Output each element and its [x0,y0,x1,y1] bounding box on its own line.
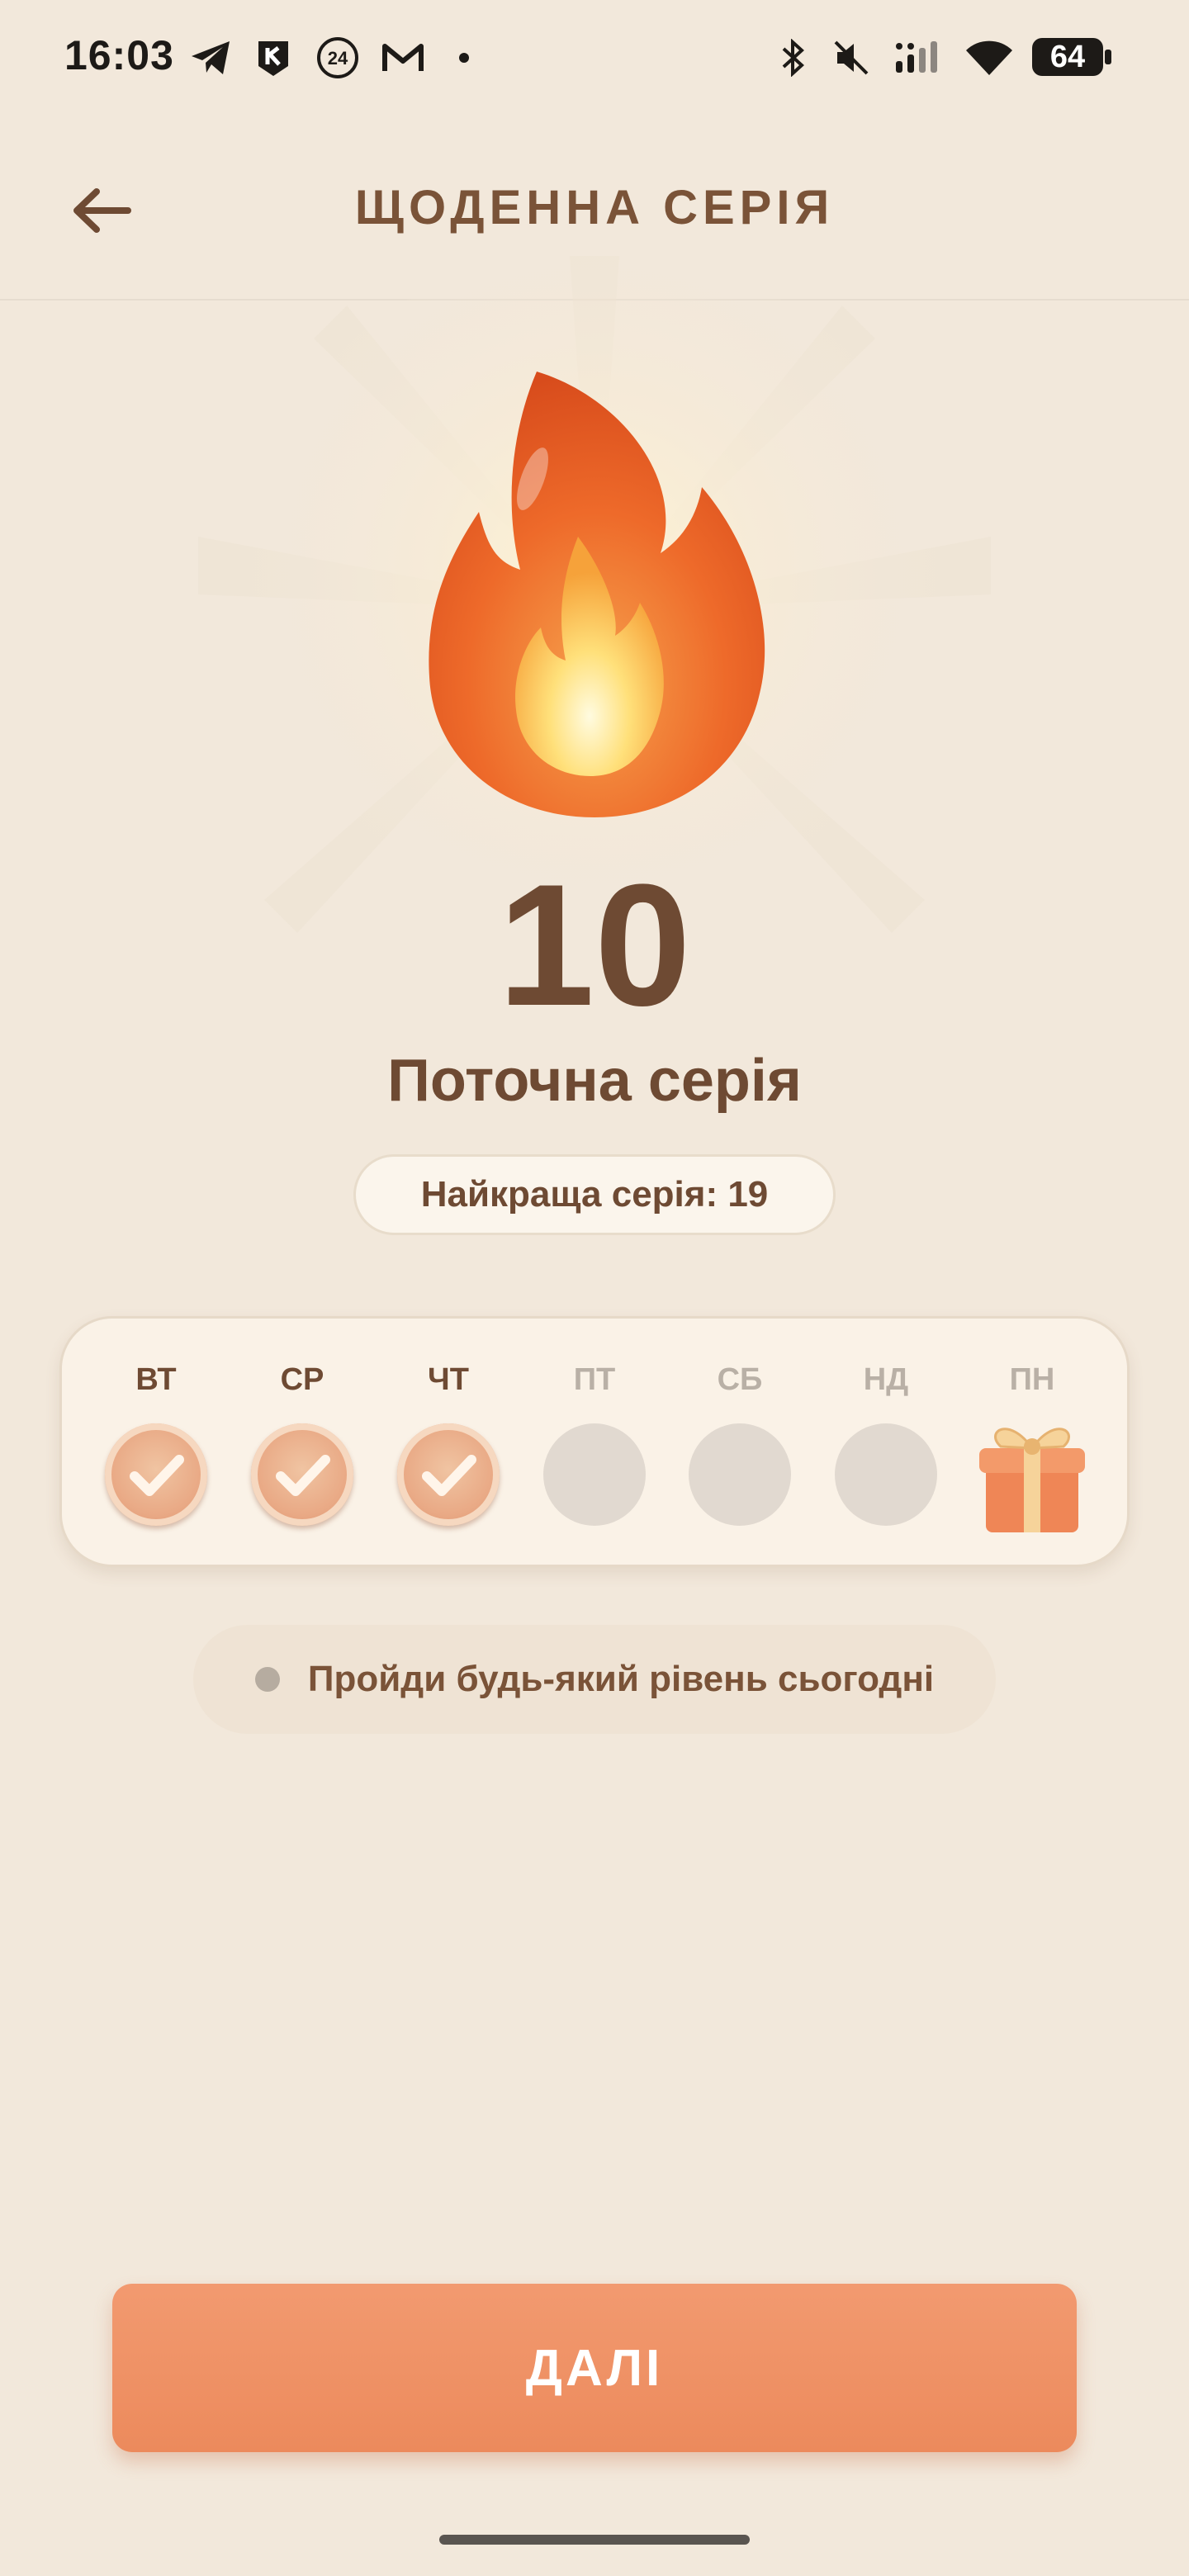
day-check-tue [105,1423,207,1526]
page-title: ЩОДЕННА СЕРІЯ [354,181,835,234]
bluetooth-icon [775,38,811,78]
day-check-thu [397,1423,500,1526]
status-bar: 16:03 24 64 [0,0,1189,116]
day-label-sun: НД [863,1362,909,1397]
best-streak-badge: Найкраща серія: 19 [353,1154,836,1235]
next-button[interactable]: ДАЛІ [112,2284,1077,2452]
checkmark-icon [276,1455,330,1496]
day-label-thu: ЧТ [428,1362,469,1397]
day-label-fri: ПТ [573,1362,616,1397]
current-streak-count: 10 [498,848,691,1042]
badge-24-icon: 24 [315,37,360,78]
home-indicator[interactable] [439,2535,750,2545]
day-empty-sun [835,1423,937,1526]
signal-icon [893,38,945,78]
hint-dot-icon [254,1667,280,1692]
daily-hint: Пройди будь-який рівень сьогодні [193,1625,996,1734]
day-label-tue: ВТ [135,1362,177,1397]
gift-icon [979,1428,1085,1532]
day-empty-fri [543,1423,646,1526]
dot-icon [456,38,472,78]
day-label-sat: СБ [717,1362,763,1397]
checkmark-icon [130,1455,184,1496]
k-app-icon [253,38,294,78]
current-streak-label: Поточна серія [387,1048,802,1114]
status-time: 16:03 [64,32,174,78]
day-check-wed [251,1423,353,1526]
day-label-wed: СР [280,1362,324,1397]
mute-icon [831,38,872,78]
checkmark-icon [422,1455,476,1496]
day-empty-sat [689,1423,791,1526]
telegram-icon [188,38,234,78]
battery-cap [1105,50,1111,64]
svg-text:24: 24 [328,48,348,69]
hint-text: Пройди будь-який рівень сьогодні [307,1659,935,1699]
battery-indicator: 64 [1032,38,1103,76]
day-label-mon: ПН [1009,1362,1055,1397]
flame-icon [429,372,765,817]
gmail-icon [380,38,426,78]
wifi-icon [963,38,1016,78]
